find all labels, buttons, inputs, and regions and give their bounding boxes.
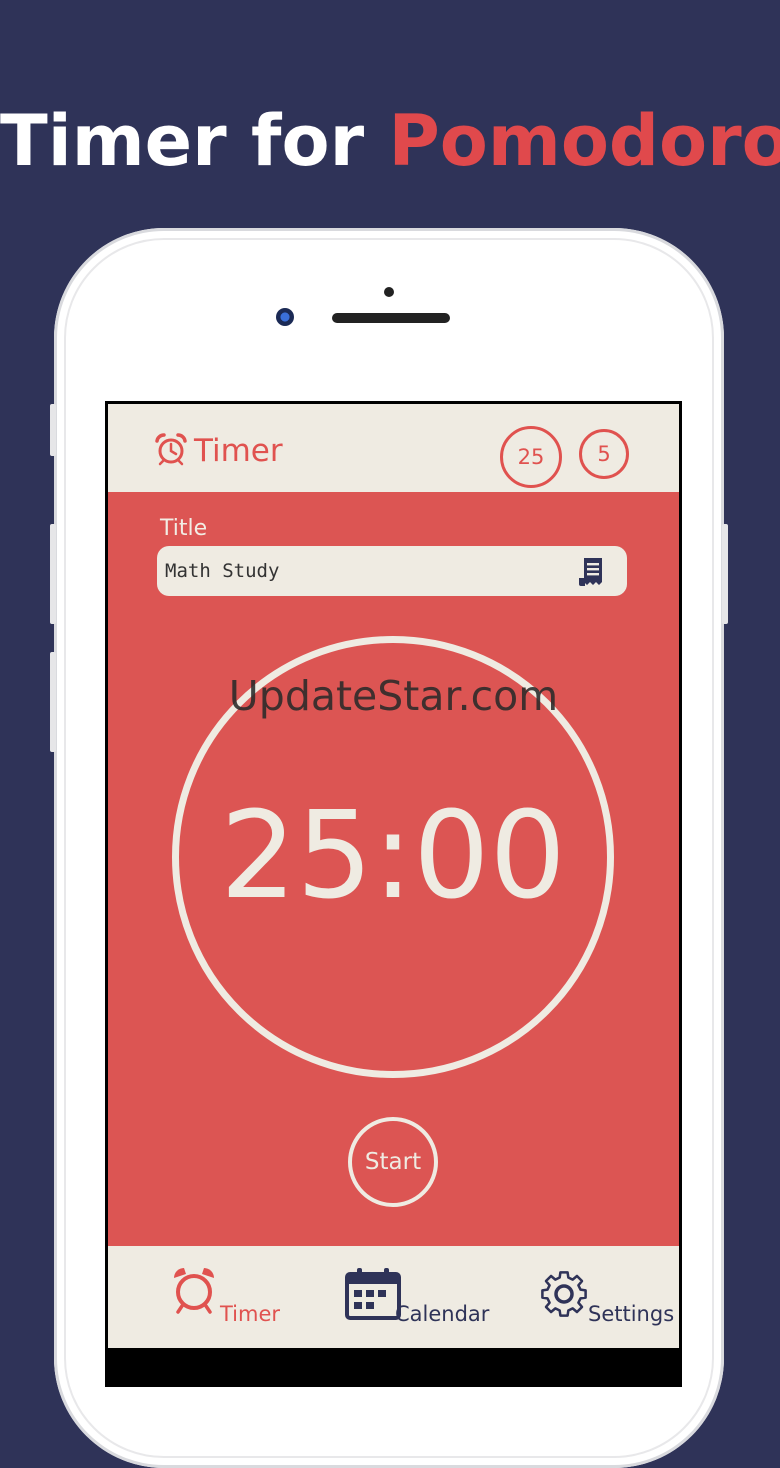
break-duration-button[interactable]: 5 [579, 429, 629, 479]
phone-screen: Timer 25 5 Title 25:00 UpdateStar.com St… [105, 401, 682, 1387]
notes-list-icon[interactable] [575, 554, 611, 590]
tab-bar: Timer Calendar [108, 1246, 679, 1348]
headline-prefix: Timer for [0, 100, 364, 182]
front-camera [276, 308, 294, 326]
title-label: Title [160, 516, 207, 541]
mute-switch [50, 404, 56, 456]
proximity-sensor [384, 287, 394, 297]
alarm-clock-icon [154, 432, 188, 470]
work-duration-button[interactable]: 25 [500, 426, 562, 488]
app-title-group: Timer [154, 432, 283, 470]
tab-calendar[interactable]: Calendar [343, 1264, 489, 1328]
timer-panel: Title 25:00 UpdateStar.com Start [108, 492, 679, 1246]
timer-display: 25:00 [172, 792, 614, 922]
tab-timer[interactable]: Timer [168, 1264, 280, 1328]
tab-settings[interactable]: Settings [536, 1264, 674, 1328]
screen-bottom-edge [105, 1348, 682, 1387]
promo-headline: Timer for Pomodoro [0, 100, 780, 182]
power-button [722, 524, 728, 624]
earpiece-speaker [332, 313, 450, 323]
app-header: Timer 25 5 [108, 404, 679, 492]
app-title: Timer [194, 433, 283, 469]
volume-down-button [50, 652, 56, 752]
tab-calendar-label: Calendar [395, 1302, 489, 1326]
watermark-text: UpdateStar.com [108, 672, 679, 720]
tab-timer-label: Timer [220, 1302, 280, 1326]
title-field [157, 546, 627, 596]
headline-accent: Pomodoro [389, 100, 780, 182]
volume-up-button [50, 524, 56, 624]
tab-settings-label: Settings [588, 1302, 674, 1326]
start-button[interactable]: Start [348, 1117, 438, 1207]
title-input[interactable] [165, 546, 565, 596]
